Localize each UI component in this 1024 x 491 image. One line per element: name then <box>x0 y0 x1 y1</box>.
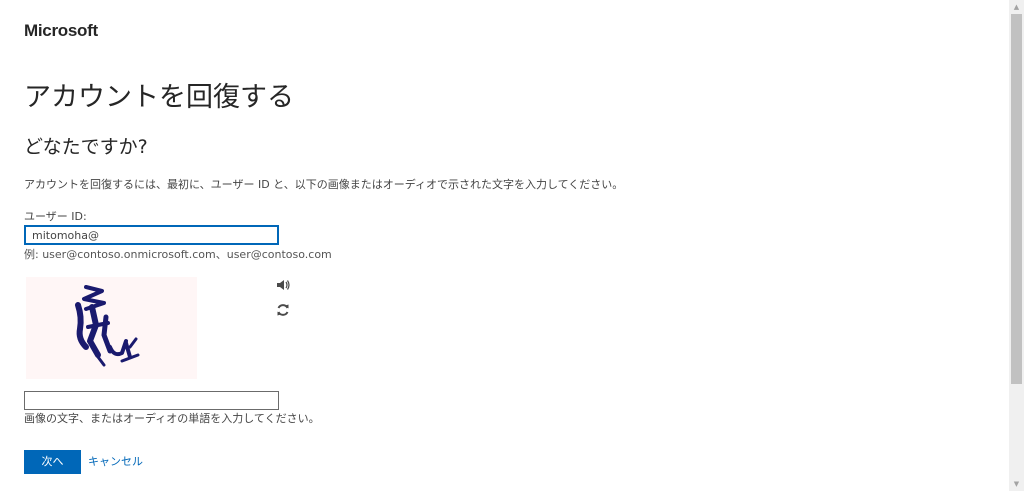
account-recovery-page: Microsoft アカウントを回復する どなたですか? アカウントを回復するに… <box>0 0 1024 491</box>
audio-captcha-button[interactable] <box>276 277 290 291</box>
captcha-glyphs <box>75 285 140 367</box>
page-subtitle: どなたですか? <box>24 136 148 158</box>
microsoft-logo: Microsoft <box>24 21 98 40</box>
speaker-icon <box>277 280 290 290</box>
refresh-captcha-button[interactable] <box>276 302 290 316</box>
instructions-text: アカウントを回復するには、最初に、ユーザー ID と、以下の画像またはオーディオ… <box>24 178 624 191</box>
captcha-input[interactable] <box>24 391 279 410</box>
userid-example-text: 例: user@contoso.onmicrosoft.com、user@con… <box>24 248 332 261</box>
userid-label: ユーザー ID: <box>24 210 87 223</box>
captcha-help-text: 画像の文字、またはオーディオの単語を入力してください。 <box>24 412 320 425</box>
captcha-image <box>26 277 197 379</box>
next-button[interactable]: 次へ <box>24 450 81 474</box>
userid-input[interactable] <box>24 225 279 245</box>
refresh-icon <box>277 304 289 316</box>
scroll-thumb[interactable] <box>1011 14 1022 384</box>
cancel-link[interactable]: キャンセル <box>88 455 143 469</box>
page-title: アカウントを回復する <box>24 82 294 113</box>
vertical-scrollbar[interactable]: ▲ ▼ <box>1009 0 1024 491</box>
scroll-up-arrow-icon[interactable]: ▲ <box>1009 1 1024 13</box>
scroll-down-arrow-icon[interactable]: ▼ <box>1009 478 1024 490</box>
